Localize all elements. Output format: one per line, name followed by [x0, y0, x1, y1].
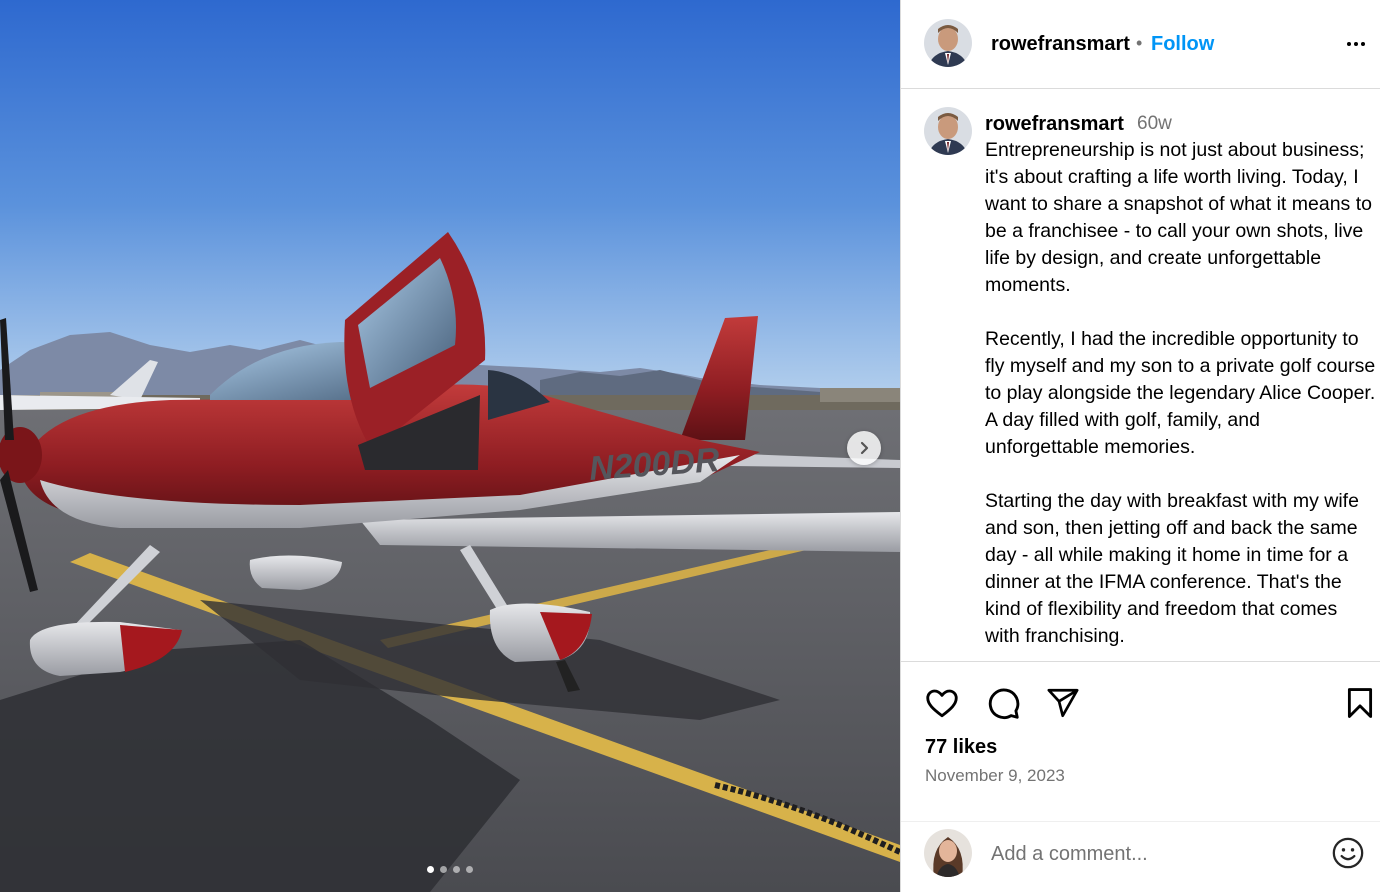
follow-button[interactable]: Follow — [1151, 33, 1214, 56]
viewer-avatar — [924, 829, 972, 877]
author-username[interactable]: rowefransmart — [991, 33, 1130, 56]
author-avatar[interactable] — [924, 19, 972, 67]
paper-plane-icon — [1047, 688, 1079, 718]
post-side-panel: rowefransmart • Follow rowefransmart 60w… — [900, 0, 1380, 892]
caption-paragraph: Recently, I had the incredible opportuni… — [985, 328, 1376, 458]
caption-section: rowefransmart 60w Entrepreneurship is no… — [901, 90, 1380, 661]
caption-paragraph: Starting the day with breakfast with my … — [985, 490, 1359, 647]
caption-text: Entrepreneurship is not just about busin… — [985, 137, 1377, 661]
action-bar: 77 likes November 9, 2023 — [901, 661, 1380, 821]
like-button[interactable] — [923, 684, 961, 722]
comment-input[interactable] — [991, 840, 1311, 868]
carousel-dot — [453, 866, 460, 873]
separator-dot: • — [1136, 33, 1143, 53]
post-media: N200DR — [0, 0, 900, 892]
comment-bubble-icon — [988, 688, 1020, 719]
share-button[interactable] — [1044, 684, 1082, 722]
bookmark-icon — [1347, 688, 1373, 718]
caption-username[interactable]: rowefransmart — [985, 113, 1124, 136]
carousel-indicator — [0, 866, 900, 873]
carousel-dot — [427, 866, 434, 873]
carousel-dot — [466, 866, 473, 873]
more-options-button[interactable] — [1341, 30, 1371, 58]
save-button[interactable] — [1341, 684, 1379, 722]
post-time-ago[interactable]: 60w — [1137, 113, 1172, 135]
carousel-next-button[interactable] — [847, 431, 881, 465]
carousel-dot — [440, 866, 447, 873]
airplane-photo: N200DR — [0, 0, 900, 892]
caption-paragraph: Entrepreneurship is not just about busin… — [985, 139, 1372, 296]
heart-icon — [926, 689, 958, 718]
emoji-button[interactable] — [1331, 836, 1365, 870]
more-horizontal-icon — [1347, 42, 1365, 46]
comment-bar — [901, 821, 1380, 892]
comment-button[interactable] — [984, 684, 1022, 722]
post-date[interactable]: November 9, 2023 — [925, 766, 1065, 786]
likes-count[interactable]: 77 likes — [925, 736, 997, 759]
post-header: rowefransmart • Follow — [901, 0, 1380, 89]
emoji-smile-icon — [1332, 837, 1364, 869]
chevron-right-icon — [860, 441, 869, 455]
caption-author-avatar[interactable] — [924, 107, 972, 155]
